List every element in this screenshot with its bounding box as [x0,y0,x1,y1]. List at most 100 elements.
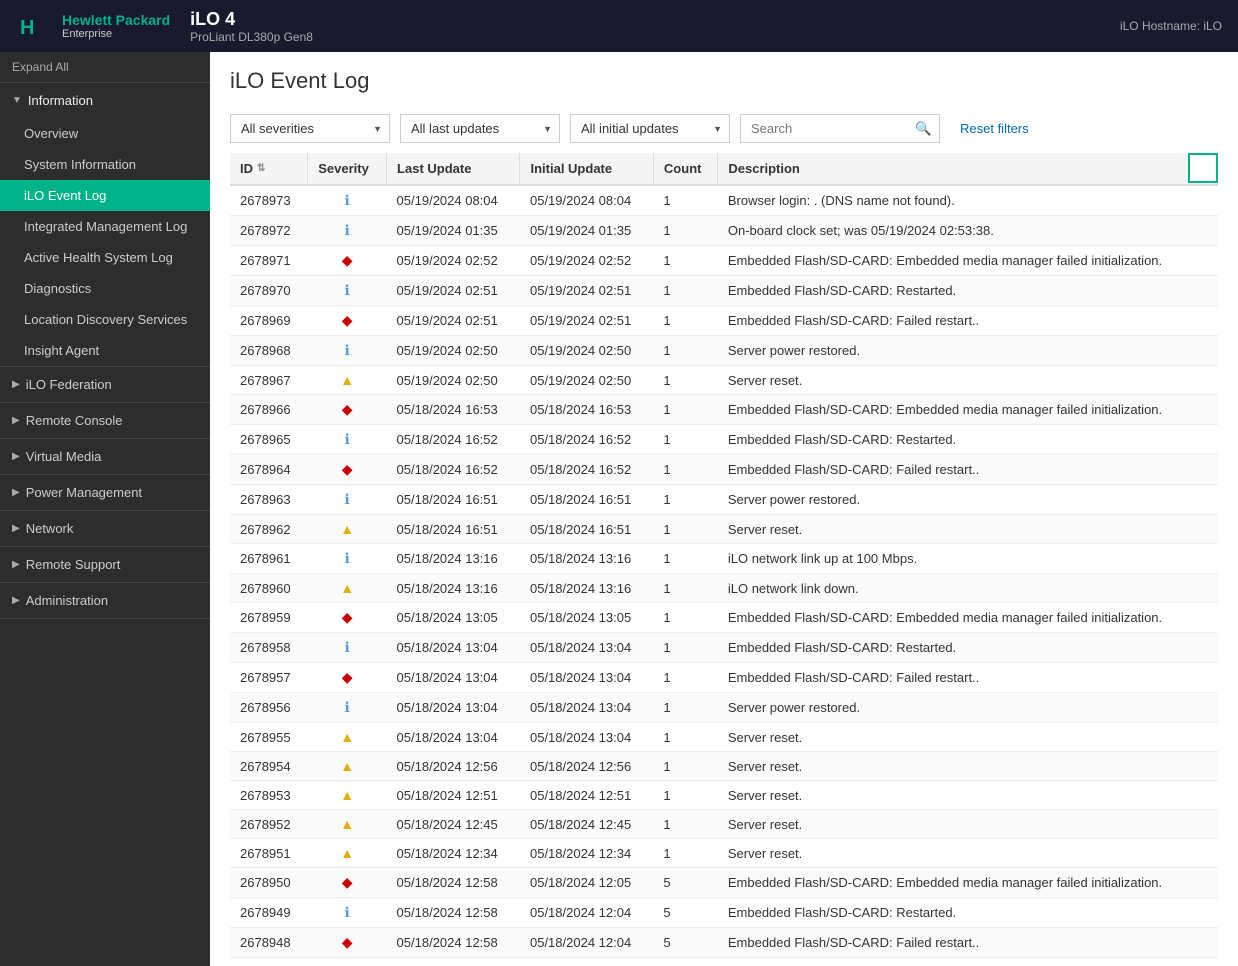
sidebar-section-ilo-federation-header[interactable]: ▶ iLO Federation [0,367,210,402]
cell-initial-update: 05/18/2024 16:53 [520,395,653,425]
col-header-id[interactable]: ID ⇅ [230,153,308,185]
cell-last-update: 05/18/2024 13:16 [387,544,520,574]
cell-severity: ℹ [308,693,387,723]
sidebar-section-remote-support-header[interactable]: ▶ Remote Support [0,547,210,582]
cell-last-update: 05/18/2024 16:52 [387,455,520,485]
header: H Hewlett Packard Enterprise iLO 4 ProLi… [0,0,1238,52]
sidebar-section-network-label: Network [26,521,74,536]
cell-initial-update: 05/18/2024 12:45 [520,810,653,839]
sidebar-item-integrated-management-log[interactable]: Integrated Management Log [0,211,210,242]
brand-name: Hewlett Packard [62,12,170,28]
cell-id: 2678954 [230,752,308,781]
sidebar: Expand All ▼ Information Overview System… [0,52,210,966]
cell-severity: ▲ [308,366,387,395]
search-input[interactable] [740,114,940,143]
cell-description: Server reset. [718,839,1218,868]
cell-initial-update: 05/18/2024 12:34 [520,839,653,868]
cell-count: 1 [653,574,717,603]
cell-last-update: 05/18/2024 13:04 [387,723,520,752]
info-icon: ℹ [344,222,349,238]
sidebar-item-insight-agent[interactable]: Insight Agent [0,335,210,366]
cell-id: 2678949 [230,898,308,928]
product-name: iLO 4 [190,9,313,30]
cell-description: iLO network link up at 100 Mbps. [718,544,1218,574]
cell-id: 2678965 [230,425,308,455]
critical-icon: ◆ [342,312,353,328]
cell-last-update: 05/18/2024 12:58 [387,928,520,958]
cell-severity: ℹ [308,485,387,515]
cell-initial-update: 05/19/2024 01:35 [520,216,653,246]
cell-severity: ℹ [308,185,387,216]
cell-severity: ◆ [308,603,387,633]
warning-icon: ▲ [340,372,354,388]
cell-last-update: 05/18/2024 12:34 [387,839,520,868]
cell-description: Embedded Flash/SD-CARD: Restarted. [718,898,1218,928]
cell-id: 2678969 [230,306,308,336]
initial-update-filter[interactable]: All initial updates Last hour Last day L… [570,114,730,143]
cell-count: 1 [653,810,717,839]
cell-count: 5 [653,868,717,898]
sidebar-section-power-management-header[interactable]: ▶ Power Management [0,475,210,510]
critical-icon: ◆ [342,252,353,268]
cell-count: 1 [653,781,717,810]
server-model: ProLiant DL380p Gen8 [190,30,313,44]
table-row: 2678948◆05/18/2024 12:5805/18/2024 12:04… [230,928,1218,958]
main-content-area: iLO Event Log All severities Critical Wa… [210,52,1238,966]
cell-last-update: 05/18/2024 13:05 [387,603,520,633]
cell-initial-update: 05/19/2024 02:51 [520,276,653,306]
critical-icon: ◆ [342,609,353,625]
sidebar-item-ilo-event-log[interactable]: iLO Event Log [0,180,210,211]
cell-last-update: 05/18/2024 16:52 [387,425,520,455]
table-row: 2678969◆05/19/2024 02:5105/19/2024 02:51… [230,306,1218,336]
sidebar-section-remote-console-header[interactable]: ▶ Remote Console [0,403,210,438]
cell-initial-update: 05/18/2024 16:51 [520,485,653,515]
cell-initial-update: 05/19/2024 02:51 [520,306,653,336]
cell-description: Embedded Flash/SD-CARD: Embedded media m… [718,603,1218,633]
severity-filter[interactable]: All severities Critical Warning Informat… [230,114,390,143]
sidebar-section-ilo-federation: ▶ iLO Federation [0,367,210,403]
sidebar-section-administration-header[interactable]: ▶ Administration [0,583,210,618]
cell-id: 2678962 [230,515,308,544]
col-header-initial-update: Initial Update [520,153,653,185]
sidebar-item-diagnostics[interactable]: Diagnostics [0,273,210,304]
expand-all-button[interactable]: Expand All [0,52,210,83]
sidebar-item-overview[interactable]: Overview [0,118,210,149]
col-header-last-update: Last Update [387,153,520,185]
cell-id: 2678967 [230,366,308,395]
warning-icon: ▲ [340,521,354,537]
sidebar-item-active-health-system-log[interactable]: Active Health System Log [0,242,210,273]
cell-id: 2678961 [230,544,308,574]
info-icon: ℹ [344,491,349,507]
warning-icon: ▲ [340,580,354,596]
cell-id: 2678956 [230,693,308,723]
cell-id: 2678963 [230,485,308,515]
sidebar-section-information-header[interactable]: ▼ Information [0,83,210,118]
col-header-description: Description [718,153,1218,185]
search-button[interactable]: 🔍 [915,121,932,137]
layout: Expand All ▼ Information Overview System… [0,52,1238,966]
reset-filters-button[interactable]: Reset filters [960,121,1029,136]
sidebar-item-location-discovery-services[interactable]: Location Discovery Services [0,304,210,335]
info-icon: ℹ [344,342,349,358]
cell-description: Embedded Flash/SD-CARD: Failed restart.. [718,663,1218,693]
cell-id: 2678947 [230,958,308,966]
cell-id: 2678948 [230,928,308,958]
cell-id: 2678971 [230,246,308,276]
cell-count: 1 [653,395,717,425]
cell-last-update: 05/18/2024 16:53 [387,395,520,425]
corner-action-button[interactable] [1188,153,1218,183]
cell-count: 1 [653,425,717,455]
chevron-right-icon: ▶ [12,379,20,390]
cell-initial-update: 05/18/2024 16:52 [520,455,653,485]
cell-id: 2678953 [230,781,308,810]
last-update-filter[interactable]: All last updates Last hour Last day Last… [400,114,560,143]
sidebar-item-system-information[interactable]: System Information [0,149,210,180]
sidebar-section-virtual-media: ▶ Virtual Media [0,439,210,475]
sidebar-section-virtual-media-header[interactable]: ▶ Virtual Media [0,439,210,474]
table-row: 2678973ℹ05/19/2024 08:0405/19/2024 08:04… [230,185,1218,216]
cell-description: Embedded Flash/SD-CARD: Embedded media m… [718,246,1218,276]
cell-count: 1 [653,366,717,395]
hpe-logo-icon: H [16,8,52,44]
sidebar-section-network-header[interactable]: ▶ Network [0,511,210,546]
chevron-right-icon-3: ▶ [12,451,20,462]
